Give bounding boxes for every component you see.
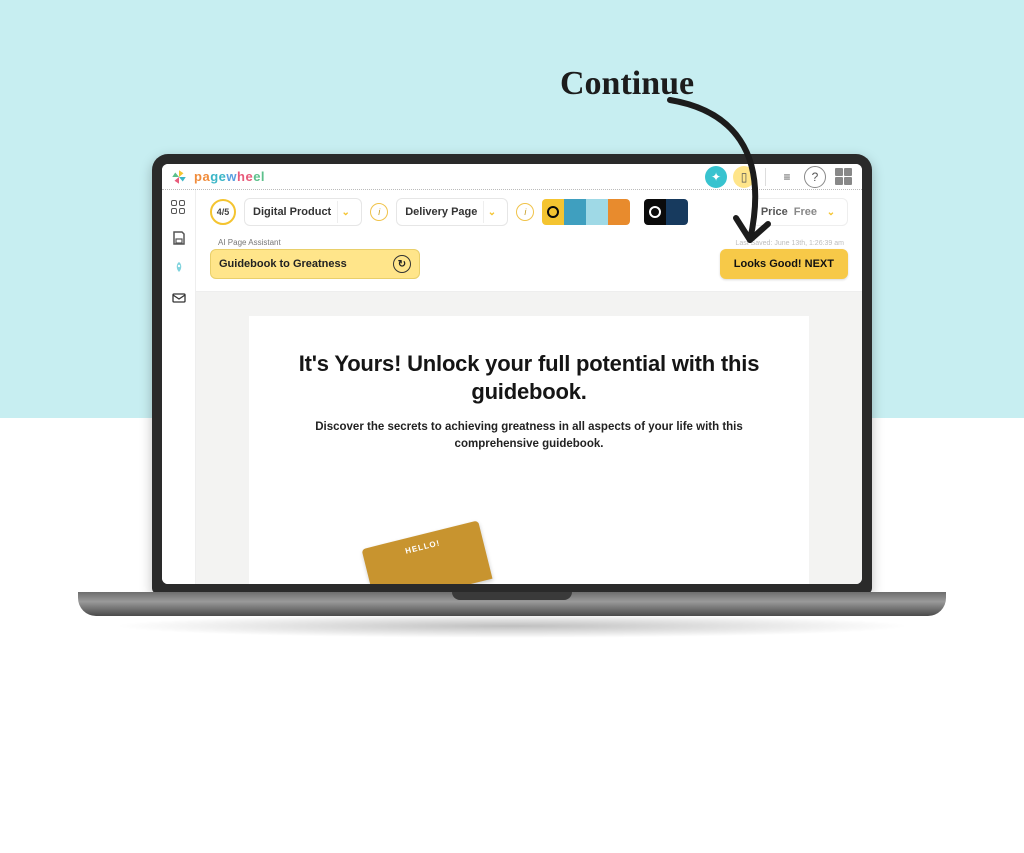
page-subcopy: Discover the secrets to achieving greatn… [314, 419, 744, 454]
chevron-down-icon: ⌄ [823, 201, 839, 223]
color-palette-a[interactable] [542, 199, 630, 225]
page-type-dropdown[interactable]: Delivery Page ⌄ [396, 198, 508, 226]
ai-assistant-field: AI Page Assistant Guidebook to Greatness… [210, 238, 420, 279]
info-icon[interactable]: i [516, 203, 534, 221]
swatch[interactable] [564, 199, 586, 225]
laptop-shadow [112, 614, 912, 638]
page-preview[interactable]: It's Yours! Unlock your full potential w… [249, 316, 809, 584]
swatch[interactable] [542, 199, 564, 225]
book-badge-text: HELLO! [404, 538, 441, 555]
sidebar-save-icon[interactable] [171, 230, 187, 246]
annotation-continue: Continue [560, 65, 694, 103]
workspace: 4/5 Digital Product ⌄ i Delivery Page ⌄ … [162, 190, 862, 584]
ai-assistant-title: Guidebook to Greatness [219, 258, 347, 270]
sidebar-mail-icon[interactable] [171, 290, 187, 306]
color-palette-b[interactable] [644, 199, 688, 225]
price-label: Price [761, 206, 788, 218]
left-sidebar [162, 190, 196, 584]
price-dropdown[interactable]: Price Free ⌄ [752, 198, 848, 226]
page-canvas: It's Yours! Unlock your full potential w… [196, 292, 862, 584]
laptop-frame: pagewheel ✦ ▯ ≡ ? [152, 154, 872, 634]
book-cover-graphic: HELLO! [362, 520, 493, 584]
logo-pinwheel-icon [170, 168, 188, 186]
sidebar-rocket-icon[interactable] [171, 260, 187, 276]
refresh-icon[interactable]: ↻ [393, 255, 411, 273]
swatch[interactable] [608, 199, 630, 225]
swatch-selected[interactable] [644, 199, 666, 225]
toolbar: 4/5 Digital Product ⌄ i Delivery Page ⌄ … [196, 190, 862, 292]
chevron-down-icon: ⌄ [483, 201, 499, 223]
app-screen: pagewheel ✦ ▯ ≡ ? [162, 164, 862, 584]
bolt-icon[interactable]: ✦ [705, 166, 727, 188]
chevron-down-icon: ⌄ [337, 201, 353, 223]
brand-wordmark: pagewheel [194, 169, 265, 184]
main-area: 4/5 Digital Product ⌄ i Delivery Page ⌄ … [196, 190, 862, 584]
menu-icon[interactable]: ≡ [776, 166, 798, 188]
help-icon[interactable]: ? [804, 166, 826, 188]
clipboard-icon[interactable]: ▯ [733, 166, 755, 188]
ai-assistant-label: AI Page Assistant [218, 238, 420, 247]
ai-assistant-input[interactable]: Guidebook to Greatness ↻ [210, 249, 420, 279]
swatch[interactable] [586, 199, 608, 225]
price-value: Free [794, 206, 817, 218]
divider [765, 168, 766, 186]
apps-grid-icon[interactable] [832, 166, 854, 188]
app-topbar: pagewheel ✦ ▯ ≡ ? [162, 164, 862, 190]
step-indicator: 4/5 [210, 199, 236, 225]
last-saved-text: Last Saved: June 13th, 1:26:39 am [735, 240, 844, 247]
info-icon[interactable]: i [370, 203, 388, 221]
laptop-base [78, 592, 946, 616]
swatch[interactable] [666, 199, 688, 225]
page-headline: It's Yours! Unlock your full potential w… [289, 350, 769, 405]
product-type-label: Digital Product [253, 206, 331, 218]
laptop-notch [452, 592, 572, 600]
sidebar-dashboard-icon[interactable] [171, 200, 187, 216]
product-type-dropdown[interactable]: Digital Product ⌄ [244, 198, 362, 226]
page-type-label: Delivery Page [405, 206, 477, 218]
screen-bezel: pagewheel ✦ ▯ ≡ ? [152, 154, 872, 594]
looks-good-next-button[interactable]: Looks Good! NEXT [720, 249, 848, 279]
